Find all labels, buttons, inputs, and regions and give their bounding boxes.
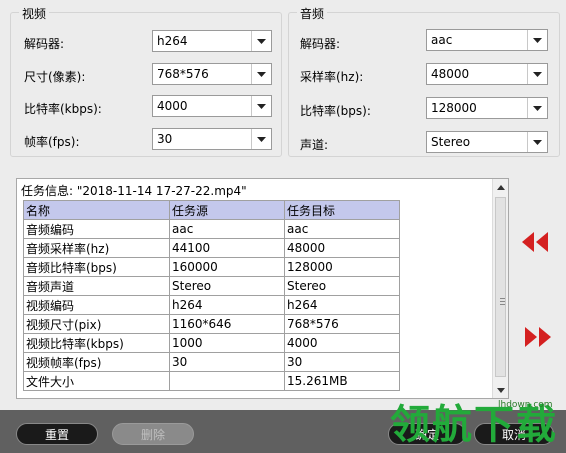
chevron-down-icon[interactable] — [527, 98, 547, 118]
table-cell-name: 音频声道 — [23, 276, 170, 296]
table-cell-source: 1160*646 — [169, 314, 285, 334]
table-row: 音频编码 aac aac — [23, 219, 400, 239]
table-cell-source: 1000 — [169, 333, 285, 353]
table-cell-name: 音频编码 — [23, 219, 170, 239]
table-cell-source: aac — [169, 219, 285, 239]
audio-bitrate-select[interactable]: 128000 — [426, 97, 548, 119]
table-cell-target: 15.261MB — [284, 371, 400, 391]
chevron-down-icon[interactable] — [527, 132, 547, 152]
audio-decoder-label: 解码器: — [300, 37, 341, 51]
chevron-down-icon[interactable] — [251, 129, 271, 149]
audio-channel-value: Stereo — [431, 135, 471, 149]
table-cell-target: 48000 — [284, 238, 400, 258]
table-cell-source: h264 — [169, 295, 285, 315]
table-cell-target: Stereo — [284, 276, 400, 296]
next-double-arrow-icon[interactable] — [523, 325, 553, 349]
column-header-name: 名称 — [23, 200, 170, 220]
table-cell-source: Stereo — [169, 276, 285, 296]
table-cell-source: 44100 — [169, 238, 285, 258]
chevron-down-icon[interactable] — [251, 96, 271, 116]
chevron-down-icon[interactable] — [251, 64, 271, 84]
video-fps-value: 30 — [157, 132, 173, 146]
previous-double-arrow-icon[interactable] — [520, 230, 550, 254]
table-cell-target: 128000 — [284, 257, 400, 277]
table-header-row: 名称 任务源 任务目标 — [23, 200, 400, 220]
table-cell-name: 音频采样率(hz) — [23, 238, 170, 258]
video-bitrate-select[interactable]: 4000 — [152, 95, 272, 117]
table-cell-source — [169, 371, 285, 391]
table-cell-name: 视频帧率(fps) — [23, 352, 170, 372]
task-info-title: 任务信息: "2018-11-14 17-27-22.mp4" — [21, 184, 247, 198]
column-header-target: 任务目标 — [284, 200, 400, 220]
audio-channel-label: 声道: — [300, 138, 329, 152]
table-row: 视频比特率(kbps) 1000 4000 — [23, 333, 400, 353]
table-row: 音频比特率(bps) 160000 128000 — [23, 257, 400, 277]
video-size-label: 尺寸(像素): — [24, 70, 86, 84]
reset-button[interactable]: 重置 — [16, 423, 98, 445]
table-row: 音频采样率(hz) 44100 48000 — [23, 238, 400, 258]
audio-group-title: 音频 — [297, 5, 328, 22]
delete-button[interactable]: 删除 — [112, 423, 194, 445]
table-cell-target: 4000 — [284, 333, 400, 353]
chevron-down-icon[interactable] — [527, 64, 547, 84]
audio-decoder-value: aac — [431, 33, 453, 47]
video-fps-select[interactable]: 30 — [152, 128, 272, 150]
audio-channel-select[interactable]: Stereo — [426, 131, 548, 153]
table-cell-source: 30 — [169, 352, 285, 372]
table-cell-target: 30 — [284, 352, 400, 372]
video-decoder-value: h264 — [157, 34, 188, 48]
audio-samplerate-value: 48000 — [431, 67, 470, 81]
scroll-grip-icon — [500, 298, 505, 307]
table-row: 视频尺寸(pix) 1160*646 768*576 — [23, 314, 400, 334]
vertical-scrollbar[interactable] — [492, 179, 508, 398]
video-group-title: 视频 — [19, 5, 50, 22]
table-row: 视频帧率(fps) 30 30 — [23, 352, 400, 372]
video-size-value: 768*576 — [157, 67, 209, 81]
scroll-up-arrow-icon[interactable] — [493, 179, 508, 195]
video-decoder-label: 解码器: — [24, 37, 65, 51]
audio-bitrate-label: 比特率(bps): — [300, 104, 371, 118]
table-cell-target: aac — [284, 219, 400, 239]
table-cell-name: 音频比特率(bps) — [23, 257, 170, 277]
table-cell-name: 视频编码 — [23, 295, 170, 315]
chevron-down-icon[interactable] — [527, 30, 547, 50]
chevron-down-icon[interactable] — [251, 31, 271, 51]
task-info-panel: 任务信息: "2018-11-14 17-27-22.mp4" 名称 任务源 任… — [16, 178, 509, 399]
table-cell-target: 768*576 — [284, 314, 400, 334]
scroll-thumb[interactable] — [495, 197, 506, 377]
video-decoder-select[interactable]: h264 — [152, 30, 272, 52]
video-size-select[interactable]: 768*576 — [152, 63, 272, 85]
table-row: 视频编码 h264 h264 — [23, 295, 400, 315]
table-cell-name: 视频尺寸(pix) — [23, 314, 170, 334]
table-cell-target: h264 — [284, 295, 400, 315]
audio-bitrate-value: 128000 — [431, 101, 477, 115]
column-header-source: 任务源 — [169, 200, 285, 220]
audio-decoder-select[interactable]: aac — [426, 29, 548, 51]
video-fps-label: 帧率(fps): — [24, 135, 80, 149]
table-row: 文件大小 15.261MB — [23, 371, 400, 391]
audio-samplerate-select[interactable]: 48000 — [426, 63, 548, 85]
task-info-table: 名称 任务源 任务目标 音频编码 aac aac 音频采样率(hz) 44100 4800… — [23, 200, 400, 391]
video-bitrate-label: 比特率(kbps): — [24, 102, 102, 116]
audio-samplerate-label: 采样率(hz): — [300, 70, 364, 84]
table-cell-name: 视频比特率(kbps) — [23, 333, 170, 353]
watermark-url: lhdown.com — [498, 400, 553, 410]
video-bitrate-value: 4000 — [157, 99, 188, 113]
table-row: 音频声道 Stereo Stereo — [23, 276, 400, 296]
table-cell-name: 文件大小 — [23, 371, 170, 391]
table-cell-source: 160000 — [169, 257, 285, 277]
